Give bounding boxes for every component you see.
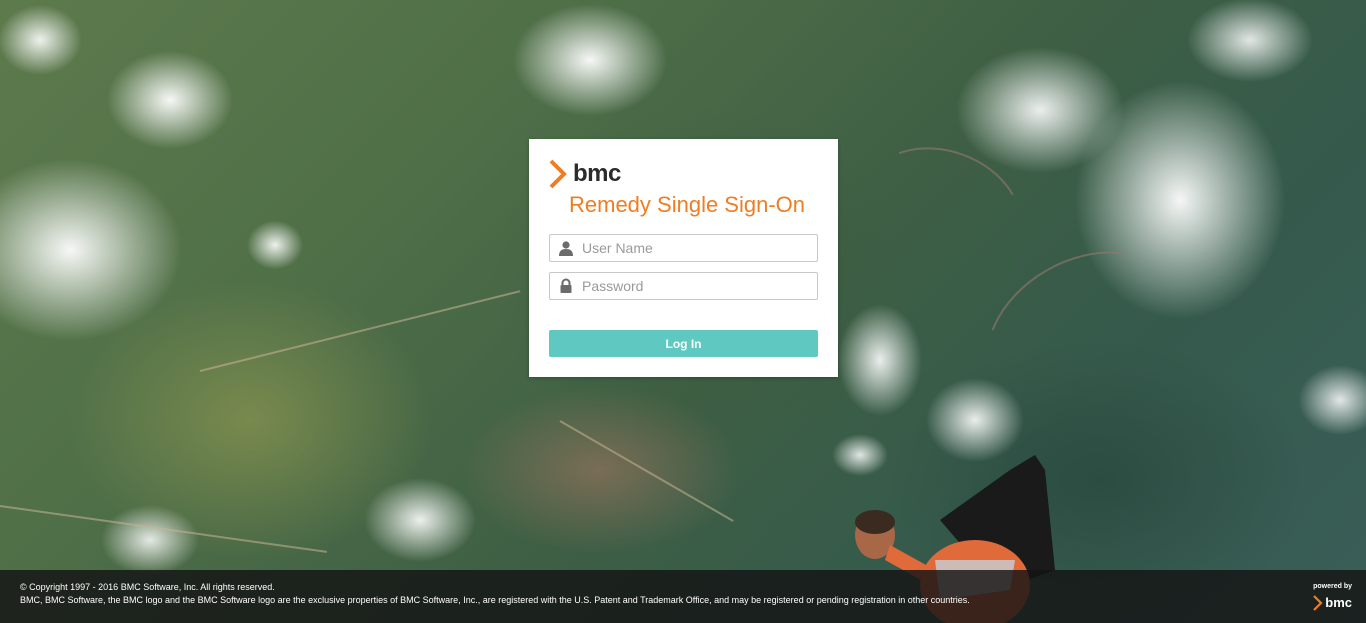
landscape-river [843,125,1041,299]
powered-by-label: powered by [1313,583,1352,590]
powered-by: powered by bmc [1292,582,1352,616]
username-input[interactable] [582,235,812,261]
powered-logo-text: bmc [1325,595,1352,610]
lock-icon [560,278,572,293]
bmc-chevron-icon [1313,595,1323,611]
logo-text: bmc [573,160,621,187]
page-title: Remedy Single Sign-On [569,192,806,217]
password-input[interactable] [582,273,812,299]
landscape-road [199,290,521,372]
username-field[interactable] [549,234,818,262]
landscape-road [0,505,327,553]
footer: © Copyright 1997 - 2016 BMC Software, In… [0,570,1366,623]
password-field[interactable] [549,272,818,300]
landscape-road [559,420,734,522]
bmc-logo: bmc [549,159,621,189]
user-icon [559,241,573,256]
powered-by-logo: bmc [1313,595,1352,611]
copyright-line: © Copyright 1997 - 2016 BMC Software, In… [20,582,275,592]
login-button[interactable]: Log In [549,330,818,357]
trademark-line: BMC, BMC Software, the BMC logo and the … [20,595,970,605]
copyright-text: © Copyright 1997 - 2016 BMC Software, In… [20,581,970,607]
login-panel: bmc Remedy Single Sign-On Log In [529,139,838,377]
bmc-chevron-icon [549,159,567,189]
